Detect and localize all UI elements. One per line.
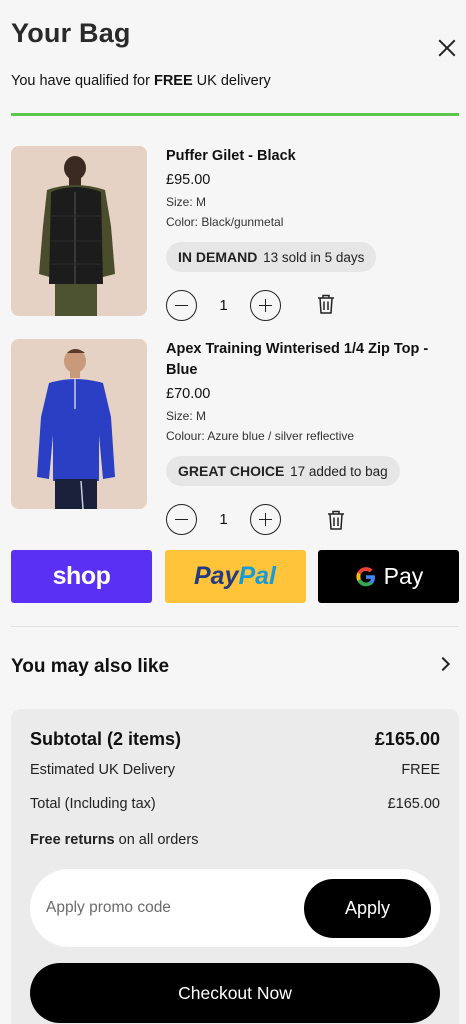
delivery-row: Estimated UK Delivery FREE — [30, 762, 440, 778]
shop-pay-button[interactable]: shop — [11, 550, 152, 603]
page-title: Your Bag — [11, 18, 131, 48]
returns-note: Free returns on all orders — [30, 832, 198, 848]
trash-icon[interactable] — [317, 294, 335, 319]
total-value: £165.00 — [387, 796, 440, 812]
decrease-quantity-button[interactable] — [166, 290, 197, 321]
cart-item: Apex Training Winterised 1/4 Zip Top - B… — [11, 339, 459, 539]
increase-quantity-button[interactable] — [250, 504, 281, 535]
google-pay-button[interactable]: Pay — [318, 550, 459, 603]
subtotal-value: £165.00 — [374, 729, 440, 749]
total-row: Total (Including tax) £165.00 — [30, 796, 440, 812]
total-label: Total (Including tax) — [30, 796, 156, 812]
plus-icon — [265, 299, 267, 312]
section-divider — [11, 626, 459, 627]
bag-header: Your Bag — [11, 18, 459, 49]
delivery-value: FREE — [401, 762, 440, 778]
chevron-right-icon[interactable] — [435, 656, 451, 672]
delivery-message: You have qualified for FREE UK delivery — [11, 73, 271, 89]
product-color: Colour: Azure blue / silver reflective — [166, 429, 355, 443]
badge-text: 17 added to bag — [290, 464, 388, 479]
product-price: £70.00 — [166, 386, 211, 402]
item-info: Apex Training Winterised 1/4 Zip Top - B… — [166, 339, 451, 486]
close-icon[interactable] — [436, 37, 458, 59]
quantity-value: 1 — [219, 511, 228, 528]
product-color: Color: Black/gunmetal — [166, 215, 284, 229]
delivery-suffix: UK delivery — [192, 73, 271, 89]
decrease-quantity-button[interactable] — [166, 504, 197, 535]
order-summary: Subtotal (2 items) £165.00 Estimated UK … — [11, 709, 459, 1024]
badge-title: IN DEMAND — [178, 249, 258, 265]
returns-bold: Free returns — [30, 832, 115, 848]
minus-icon — [175, 305, 188, 307]
promo-code-input[interactable] — [46, 893, 286, 923]
returns-text: on all orders — [114, 832, 199, 848]
plus-icon — [265, 513, 267, 526]
badge-text: 13 sold in 5 days — [263, 250, 365, 265]
checkout-button[interactable]: Checkout Now — [30, 963, 440, 1023]
subtotal-label: Subtotal (2 items) — [30, 729, 182, 749]
delivery-label: Estimated UK Delivery — [30, 762, 176, 778]
apply-promo-button[interactable]: Apply — [304, 879, 431, 938]
item-info: Puffer Gilet - Black £95.00 Size: M Colo… — [166, 146, 451, 272]
google-pay-label: Pay — [383, 563, 424, 589]
quantity-value: 1 — [219, 297, 228, 314]
paypal-logo-b: Pal — [238, 562, 276, 590]
product-size: Size: M — [166, 195, 207, 209]
paypal-button[interactable]: Pay Pal — [164, 550, 306, 603]
social-proof-badge: GREAT CHOICE 17 added to bag — [166, 456, 400, 486]
delivery-progress-fill — [11, 113, 459, 116]
paypal-logo-a: Pay — [193, 562, 239, 590]
product-size: Size: M — [166, 409, 207, 423]
trash-icon[interactable] — [327, 510, 345, 535]
quantity-stepper: 1 — [166, 290, 281, 321]
promo-code-form: Apply — [30, 869, 440, 947]
social-proof-badge: IN DEMAND 13 sold in 5 days — [166, 242, 377, 272]
increase-quantity-button[interactable] — [250, 290, 281, 321]
product-image-puffer-gilet[interactable] — [11, 146, 147, 316]
badge-title: GREAT CHOICE — [178, 463, 285, 479]
shop-pay-logo: shop — [52, 562, 111, 590]
product-image-apex-zip-top[interactable] — [11, 339, 147, 509]
delivery-progress-bar — [11, 113, 459, 116]
delivery-prefix: You have qualified for — [11, 73, 154, 89]
cart-item: Puffer Gilet - Black £95.00 Size: M Colo… — [11, 146, 459, 336]
recommendations-title[interactable]: You may also like — [11, 656, 169, 678]
minus-icon — [175, 519, 188, 521]
delivery-free: FREE — [153, 73, 193, 89]
product-name[interactable]: Apex Training Winterised 1/4 Zip Top - B… — [166, 339, 451, 381]
quantity-stepper: 1 — [166, 504, 281, 535]
product-price: £95.00 — [166, 172, 211, 188]
express-checkout: shop Pay Pal Pay — [11, 550, 459, 603]
product-name[interactable]: Puffer Gilet - Black — [166, 146, 451, 167]
google-g-icon — [356, 566, 375, 586]
subtotal-row: Subtotal (2 items) £165.00 — [30, 729, 440, 750]
